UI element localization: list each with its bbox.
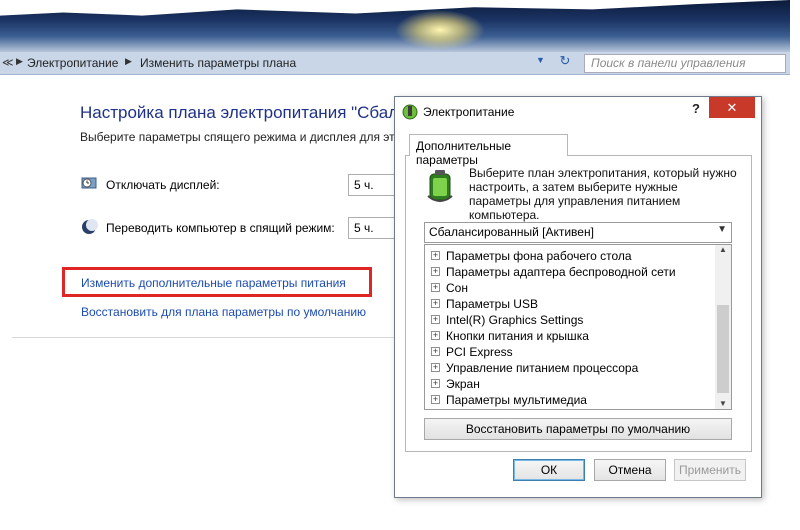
window-titlebar	[0, 0, 790, 52]
close-button[interactable]: ✕	[709, 97, 755, 118]
expand-icon[interactable]: +	[431, 379, 440, 389]
tab-label: Дополнительные параметры	[416, 139, 511, 167]
tree-item-label: Управление питанием процессора	[446, 360, 639, 375]
expand-icon[interactable]: +	[431, 251, 440, 261]
sleep-value: 5 ч.	[354, 221, 374, 235]
plan-select-value: Сбалансированный [Активен]	[429, 225, 594, 239]
dialog-title: Электропитание	[423, 105, 515, 119]
tree-item-label: Кнопки питания и крышка	[446, 328, 589, 343]
address-dropdown-icon[interactable]: ▼	[536, 55, 545, 65]
tree-item-label: Параметры адаптера беспроводной сети	[446, 264, 676, 279]
display-clock-icon	[81, 177, 97, 189]
address-bar: ≪ ▶ Электропитание ▶ Изменить параметры …	[0, 52, 790, 75]
expand-icon[interactable]: +	[431, 283, 440, 293]
apply-button[interactable]: Применить	[674, 459, 746, 481]
tree-item[interactable]: + Кнопки питания и крышка	[431, 328, 589, 344]
tree-item-label: Экран	[446, 376, 480, 391]
tree-item[interactable]: + Сон	[431, 280, 468, 296]
tree-item-label: PCI Express	[446, 344, 513, 359]
tree-item-label: Параметры фона рабочего стола	[446, 248, 632, 263]
moon-icon	[82, 219, 98, 234]
advanced-settings-panel: Выберите план электропитания, который ну…	[405, 155, 752, 452]
expand-icon[interactable]: +	[431, 315, 440, 325]
page-subtitle: Выберите параметры спящего режима и дисп…	[80, 130, 396, 144]
power-options-dialog: Электропитание ? ✕ Дополнительные параме…	[394, 96, 762, 498]
tree-item[interactable]: + PCI Express	[431, 344, 513, 360]
restore-defaults-button[interactable]: Восстановить параметры по умолчанию	[424, 418, 732, 440]
page-title: Настройка плана электропитания "Сбаланс	[80, 103, 396, 122]
breadcrumb-edit-plan[interactable]: Изменить параметры плана	[140, 56, 296, 70]
expand-icon[interactable]: +	[431, 363, 440, 373]
battery-icon	[427, 170, 453, 202]
tree-item[interactable]: + Управление питанием процессора	[431, 360, 638, 376]
display-off-select[interactable]: 5 ч.	[348, 174, 396, 196]
plan-select[interactable]: Сбалансированный [Активен] ▼	[424, 222, 732, 243]
breadcrumb-power[interactable]: Электропитание	[27, 56, 118, 70]
scrollbar-thumb[interactable]	[717, 305, 729, 393]
divider	[12, 337, 396, 338]
restore-defaults-link[interactable]: Восстановить для плана параметры по умол…	[81, 305, 366, 319]
tree-item[interactable]: + Экран	[431, 376, 480, 392]
help-button[interactable]: ?	[686, 101, 706, 116]
ok-button[interactable]: ОК	[513, 459, 585, 481]
expand-icon[interactable]: +	[431, 331, 440, 341]
sleep-label: Переводить компьютер в спящий режим:	[106, 221, 335, 235]
expand-icon[interactable]: +	[431, 395, 440, 405]
tree-item-label: Сон	[446, 280, 468, 295]
search-input[interactable]: Поиск в панели управления	[584, 54, 786, 73]
display-off-label: Отключать дисплей:	[106, 178, 220, 192]
chevron-down-icon: ▼	[717, 224, 727, 235]
crumb-separator-icon[interactable]: ▶	[125, 56, 132, 67]
cancel-button[interactable]: Отмена	[594, 459, 666, 481]
tree-item[interactable]: + Intel(R) Graphics Settings	[431, 312, 583, 328]
advanced-settings-link[interactable]: Изменить дополнительные параметры питани…	[81, 276, 346, 290]
expand-icon[interactable]: +	[431, 347, 440, 357]
display-off-value: 5 ч.	[354, 178, 374, 192]
power-plan-icon	[402, 104, 418, 120]
search-placeholder: Поиск в панели управления	[591, 56, 746, 70]
tree-item[interactable]: + Параметры фона рабочего стола	[431, 248, 632, 264]
scroll-down-icon[interactable]: ▼	[717, 399, 729, 408]
titlebar-glow	[395, 10, 485, 50]
scroll-up-icon[interactable]: ▲	[717, 245, 729, 254]
settings-tree[interactable]: + Параметры фона рабочего стола + Параметр…	[424, 244, 732, 410]
tree-scrollbar[interactable]: ▲ ▼	[715, 245, 731, 409]
sleep-select[interactable]: 5 ч.	[348, 217, 396, 239]
expand-icon[interactable]: +	[431, 299, 440, 309]
tab-advanced-settings[interactable]: Дополнительные параметры	[409, 134, 568, 167]
crumb-separator-icon: ▶	[16, 56, 23, 66]
tree-item-label: Параметры мультимедиа	[446, 392, 587, 407]
dialog-description: Выберите план электропитания, который ну…	[469, 166, 737, 222]
nav-back-forward-icon[interactable]: ≪	[2, 56, 14, 69]
tree-item[interactable]: + Параметры USB	[431, 296, 538, 312]
refresh-icon[interactable]: ↻	[556, 53, 574, 71]
tree-item[interactable]: + Параметры адаптера беспроводной сети	[431, 264, 676, 280]
tree-item[interactable]: + Параметры мультимедиа	[431, 392, 587, 408]
expand-icon[interactable]: +	[431, 267, 440, 277]
tree-item-label: Intel(R) Graphics Settings	[446, 312, 584, 327]
tree-item-label: Параметры USB	[446, 296, 538, 311]
